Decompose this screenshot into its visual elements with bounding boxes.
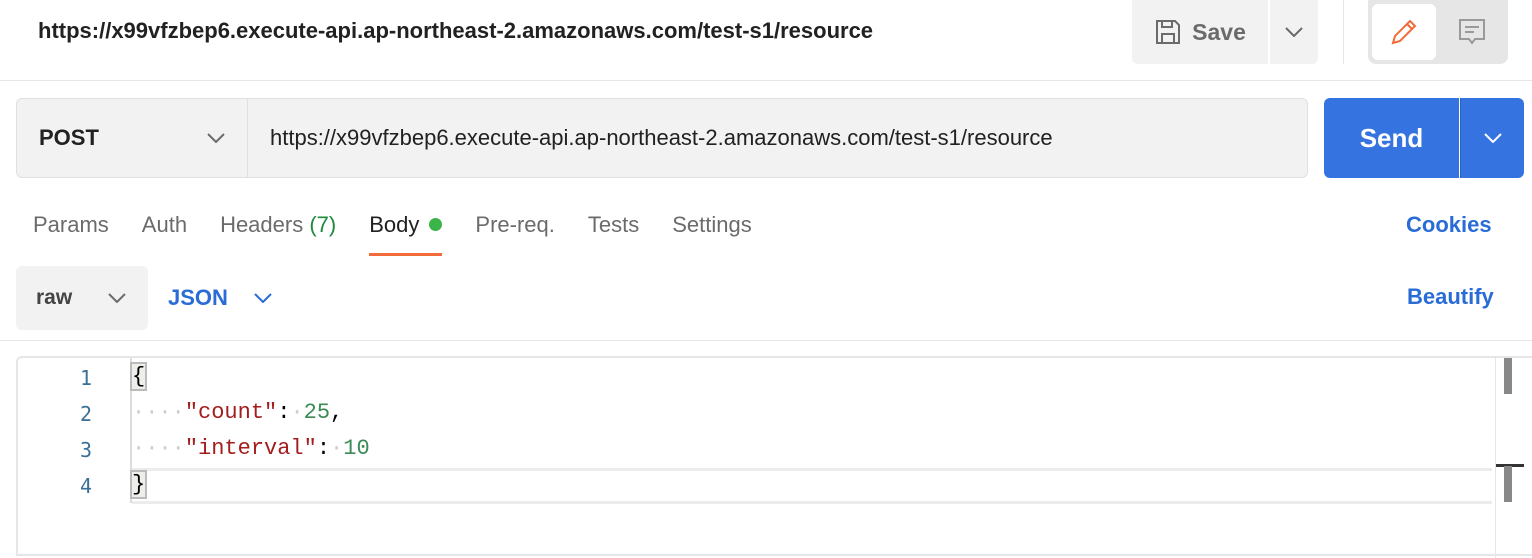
send-button[interactable]: Send [1324,98,1459,178]
tab-settings[interactable]: Settings [672,212,752,258]
method-label: POST [39,125,99,150]
brace-open: { [129,362,148,391]
divider [0,340,1532,341]
save-button[interactable]: Save [1132,0,1268,64]
tab-params[interactable]: Params [33,212,109,258]
save-options-button[interactable] [1270,0,1318,64]
save-icon [1156,20,1181,44]
view-toggle [1368,0,1508,64]
tab-label: Body [369,212,420,237]
language-select[interactable]: JSON [168,266,272,330]
headers-count: (7) [309,212,337,237]
json-value: 10 [343,436,370,461]
json-key: "interval" [184,436,317,461]
comment-icon [1459,19,1485,45]
beautify-button[interactable]: Beautify [1407,284,1494,310]
tab-auth[interactable]: Auth [142,212,187,258]
line-number: 2 [79,402,92,426]
json-key: "count" [184,400,278,425]
tab-headers[interactable]: Headers (7) [220,212,336,258]
cookies-link[interactable]: Cookies [1406,212,1492,238]
url-input[interactable]: https://x99vfzbep6.execute-api.ap-northe… [247,98,1308,178]
scrollbar-thumb[interactable] [1504,358,1512,394]
comments-button[interactable] [1440,4,1504,60]
chevron-down-icon [1285,27,1303,37]
line-number: 3 [79,438,92,462]
save-label: Save [1192,18,1246,45]
request-title: https://x99vfzbep6.execute-api.ap-northe… [38,18,874,43]
tab-label: Settings [672,212,752,237]
body-mode-label: raw [36,286,73,309]
tab-tests[interactable]: Tests [588,212,639,258]
chevron-down-icon [1483,133,1502,143]
active-line-highlight [132,468,1492,504]
code-line: { [129,362,148,391]
scrollbar-marker [1504,466,1512,502]
tab-label: Headers [220,212,304,237]
chevron-down-icon [207,133,225,143]
tab-label: Auth [141,212,188,237]
divider [1343,0,1344,64]
divider [0,80,1532,81]
chevron-down-icon [108,293,126,303]
code-line: ····"interval":·10 [132,436,370,461]
tab-body[interactable]: Body [369,212,443,258]
code-editor[interactable]: 1 2 3 4 { ····"count":·25, ····"interval… [16,356,1532,558]
method-select[interactable]: POST [16,98,248,178]
request-tabs: Params Auth Headers (7) Body Pre-req. Te… [33,212,785,258]
edit-mode-button[interactable] [1372,4,1436,60]
body-mode-select[interactable]: raw [16,266,148,330]
chevron-down-icon [254,293,272,303]
body-indicator-dot [429,218,443,231]
tab-pre-request[interactable]: Pre-req. [475,212,554,258]
scrollbar-track[interactable] [1495,358,1496,558]
tab-label: Params [33,212,109,237]
code-line: } [129,470,148,499]
line-number: 1 [79,366,92,390]
tab-label: Pre-req. [475,212,555,237]
tab-label: Tests [587,212,640,237]
language-label: JSON [168,285,228,310]
send-options-button[interactable] [1460,98,1524,178]
json-value: 25 [303,400,331,425]
line-number: 4 [79,474,92,498]
code-line: ····"count":·25, [132,400,344,425]
brace-close: } [129,470,148,499]
pencil-icon [1391,19,1417,45]
